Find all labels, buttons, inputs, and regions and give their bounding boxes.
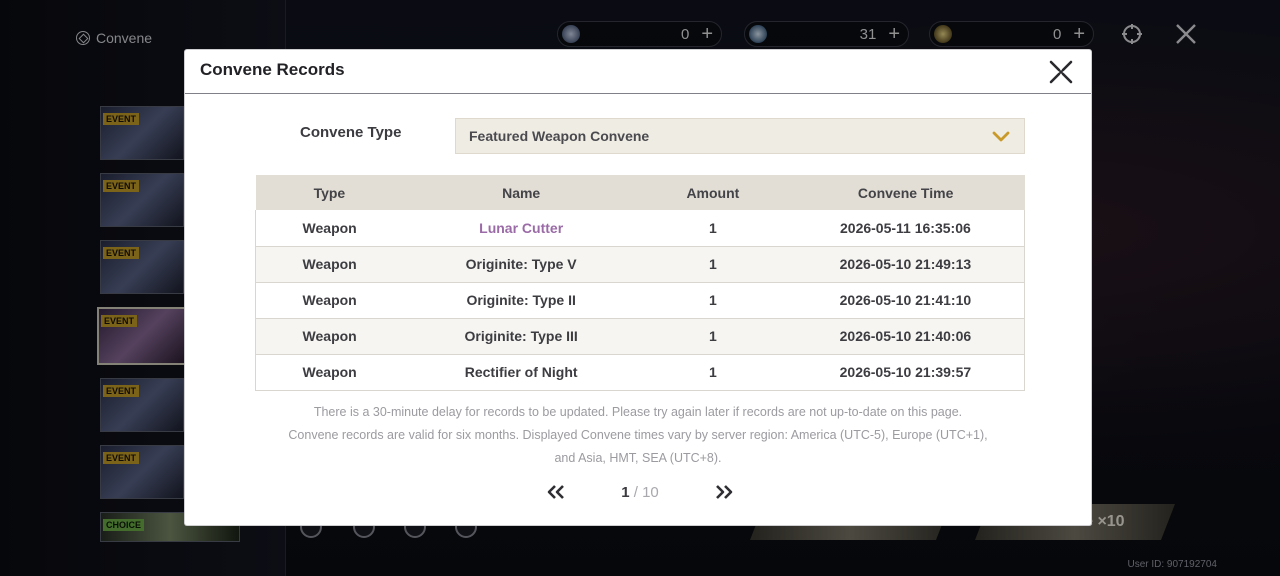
cell-type: Weapon: [255, 210, 404, 247]
convene-type-select[interactable]: Featured Weapon Convene: [455, 118, 1025, 154]
current-page: 1: [621, 483, 630, 501]
convene-type-value: Featured Weapon Convene: [469, 128, 650, 144]
convene-type-label: Convene Type: [300, 124, 402, 141]
column-header-name: Name: [403, 175, 639, 210]
cell-type: Weapon: [255, 282, 404, 319]
cell-type: Weapon: [255, 246, 404, 283]
cell-amount: 1: [638, 282, 787, 319]
close-icon: [1049, 60, 1073, 84]
cell-name: Originite: Type V: [403, 246, 639, 283]
column-header-amount: Amount: [638, 175, 787, 210]
notice-line: and Asia, HMT, SEA (UTC+8).: [554, 451, 722, 465]
table-header-row: Type Name Amount Convene Time: [255, 175, 1025, 210]
cell-time: 2026-05-10 21:39:57: [786, 354, 1025, 391]
dialog-title: Convene Records: [200, 60, 345, 79]
cell-name: Lunar Cutter: [403, 210, 639, 247]
records-notice: There is a 30-minute delay for records t…: [225, 401, 1051, 470]
table-row: Weapon Rectifier of Night 1 2026-05-10 2…: [255, 354, 1025, 391]
cell-name: Rectifier of Night: [403, 354, 639, 391]
double-chevron-right-icon: [716, 485, 733, 499]
double-chevron-left-icon: [547, 485, 564, 499]
chevron-down-icon: [992, 131, 1010, 142]
cell-amount: 1: [638, 318, 787, 355]
table-row: Weapon Lunar Cutter 1 2026-05-11 16:35:0…: [255, 210, 1025, 247]
cell-time: 2026-05-10 21:41:10: [786, 282, 1025, 319]
notice-line: There is a 30-minute delay for records t…: [313, 405, 963, 419]
next-page-button[interactable]: [713, 481, 735, 503]
records-table: Type Name Amount Convene Time Weapon Lun…: [255, 175, 1025, 391]
cell-amount: 1: [638, 354, 787, 391]
page-separator: /: [633, 483, 638, 501]
previous-page-button[interactable]: [545, 481, 567, 503]
pagination: 1 / 10: [545, 480, 735, 504]
cell-time: 2026-05-11 16:35:06: [786, 210, 1025, 247]
cell-amount: 1: [638, 246, 787, 283]
notice-line: Convene records are valid for six months…: [288, 428, 988, 442]
page-indicator: 1 / 10: [621, 484, 659, 501]
table-row: Weapon Originite: Type III 1 2026-05-10 …: [255, 318, 1025, 355]
table-row: Weapon Originite: Type II 1 2026-05-10 2…: [255, 282, 1025, 319]
convene-records-dialog: Convene Records Convene Type Featured We…: [185, 50, 1091, 525]
cell-type: Weapon: [255, 354, 404, 391]
cell-time: 2026-05-10 21:49:13: [786, 246, 1025, 283]
total-pages: 10: [642, 483, 659, 501]
dialog-header: Convene Records: [185, 50, 1091, 94]
table-row: Weapon Originite: Type V 1 2026-05-10 21…: [255, 246, 1025, 283]
cell-name: Originite: Type II: [403, 282, 639, 319]
cell-name: Originite: Type III: [403, 318, 639, 355]
close-button[interactable]: [1047, 58, 1075, 86]
cell-time: 2026-05-10 21:40:06: [786, 318, 1025, 355]
column-header-time: Convene Time: [786, 175, 1025, 210]
column-header-type: Type: [255, 175, 404, 210]
cell-amount: 1: [638, 210, 787, 247]
cell-type: Weapon: [255, 318, 404, 355]
